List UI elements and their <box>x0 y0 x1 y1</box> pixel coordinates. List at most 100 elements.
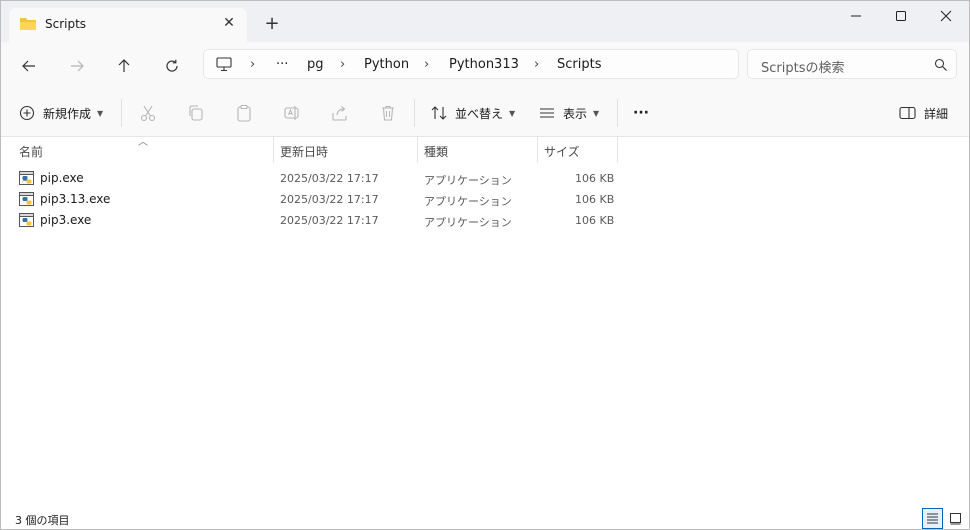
divider <box>617 99 618 127</box>
minimize-icon <box>851 15 861 17</box>
chevron-down-icon: ▼ <box>509 108 516 118</box>
copy-icon <box>189 105 203 121</box>
file-name: pip3.13.exe <box>40 192 111 206</box>
column-header-name[interactable]: 名前 <box>19 137 43 162</box>
search-icon <box>934 58 947 71</box>
column-separator[interactable] <box>273 137 274 162</box>
details-pane-icon <box>899 106 916 120</box>
tab-title: Scripts <box>45 17 87 31</box>
new-button[interactable]: 新規作成 ▼ <box>19 101 103 125</box>
breadcrumb-pg[interactable]: pg <box>307 57 324 72</box>
breadcrumb-separator: › <box>340 57 346 72</box>
share-button[interactable] <box>330 103 350 123</box>
command-bar: 新規作成 ▼ 並べ替え ▼ 表示 ▼ ··· 詳細 <box>1 89 969 137</box>
new-tab-button[interactable]: + <box>263 15 281 33</box>
clipboard-icon <box>237 104 251 122</box>
delete-button[interactable] <box>378 103 398 123</box>
python-exe-icon <box>19 213 34 227</box>
column-header-type[interactable]: 種類 <box>424 137 448 162</box>
breadcrumb-separator: › <box>250 57 256 72</box>
more-options-button[interactable]: ··· <box>633 101 649 125</box>
file-type: アプリケーション <box>424 216 512 229</box>
tab-scripts[interactable]: Scripts ✕ <box>9 8 247 42</box>
item-count: 3 個の項目 <box>15 514 70 527</box>
file-date: 2025/03/22 17:17 <box>280 172 379 185</box>
scissors-icon <box>140 105 156 122</box>
divider <box>121 99 122 127</box>
view-button[interactable]: 表示 ▼ <box>539 101 599 125</box>
breadcrumb-python313[interactable]: Python313 <box>449 57 519 72</box>
sort-icon <box>431 106 447 120</box>
details-label: 詳細 <box>924 106 949 121</box>
breadcrumb-scripts[interactable]: Scripts <box>557 57 601 72</box>
title-bar: Scripts ✕ + <box>1 1 969 42</box>
maximize-icon <box>896 11 906 21</box>
details-pane-button[interactable]: 詳細 <box>899 101 948 125</box>
arrow-right-icon <box>71 60 84 72</box>
divider <box>414 99 415 127</box>
breadcrumb-overflow[interactable]: ··· <box>276 57 288 72</box>
close-tab-icon[interactable]: ✕ <box>221 15 237 31</box>
python-exe-icon <box>19 171 34 185</box>
file-date: 2025/03/22 17:17 <box>280 214 379 227</box>
search-placeholder: Scriptsの検索 <box>761 61 845 76</box>
maximize-button[interactable] <box>878 5 924 27</box>
paste-button[interactable] <box>234 103 254 123</box>
rename-button[interactable] <box>282 103 302 123</box>
search-box[interactable]: Scriptsの検索 <box>747 49 957 79</box>
close-icon <box>940 10 952 22</box>
view-button-label: 表示 <box>563 106 588 121</box>
file-name: pip3.exe <box>40 213 92 227</box>
sort-button[interactable]: 並べ替え ▼ <box>431 101 515 125</box>
refresh-icon <box>166 59 178 72</box>
file-row[interactable]: pip3.exe 2025/03/22 17:17 アプリケーション 106 K… <box>15 210 615 231</box>
file-row[interactable]: pip.exe 2025/03/22 17:17 アプリケーション 106 KB <box>15 168 615 189</box>
column-separator[interactable] <box>537 137 538 162</box>
details-view-button[interactable] <box>922 508 943 529</box>
column-header-size[interactable]: サイズ <box>544 137 580 162</box>
details-view-icon <box>927 513 938 524</box>
large-icons-view-icon <box>950 513 961 525</box>
up-button[interactable] <box>112 54 136 78</box>
column-separator[interactable] <box>417 137 418 162</box>
file-list: ︿ 名前 更新日時 種類 サイズ pip.exe 2025/03/22 17:1… <box>1 137 969 507</box>
tiles-view-button[interactable] <box>945 508 966 529</box>
file-size: 106 KB <box>575 193 615 206</box>
file-size: 106 KB <box>575 172 615 185</box>
arrow-left-icon <box>22 60 35 72</box>
file-name: pip.exe <box>40 171 84 185</box>
folder-icon <box>20 18 36 30</box>
navigation-bar: › ··· pg › Python › Python313 › Scripts … <box>1 42 969 89</box>
breadcrumb-python[interactable]: Python <box>364 57 409 72</box>
plus-circle-icon <box>19 105 35 121</box>
sort-button-label: 並べ替え <box>455 106 504 121</box>
status-bar: 3 個の項目 <box>1 507 969 529</box>
close-window-button[interactable] <box>923 5 969 27</box>
file-type: アプリケーション <box>424 195 512 208</box>
trash-icon <box>382 105 394 121</box>
file-size: 106 KB <box>575 214 615 227</box>
column-header-date[interactable]: 更新日時 <box>280 137 328 162</box>
breadcrumb-separator: › <box>424 57 430 72</box>
share-icon <box>332 106 347 121</box>
sort-ascending-icon: ︿ <box>138 137 148 148</box>
address-bar[interactable]: › ··· pg › Python › Python313 › Scripts <box>203 49 739 79</box>
list-view-icon <box>540 108 554 118</box>
refresh-button[interactable] <box>160 54 184 78</box>
minimize-button[interactable] <box>833 5 879 27</box>
arrow-up-icon <box>118 59 130 72</box>
cut-button[interactable] <box>138 103 158 123</box>
computer-icon <box>216 57 232 72</box>
breadcrumb-separator: › <box>534 57 540 72</box>
forward-button[interactable] <box>65 54 89 78</box>
new-button-label: 新規作成 <box>43 106 92 121</box>
file-date: 2025/03/22 17:17 <box>280 193 379 206</box>
copy-button[interactable] <box>186 103 206 123</box>
column-separator[interactable] <box>617 137 618 162</box>
file-type: アプリケーション <box>424 174 512 187</box>
chevron-down-icon: ▼ <box>593 108 600 118</box>
rename-icon <box>284 106 299 120</box>
back-button[interactable] <box>17 54 41 78</box>
file-row[interactable]: pip3.13.exe 2025/03/22 17:17 アプリケーション 10… <box>15 189 615 210</box>
python-exe-icon <box>19 192 34 206</box>
